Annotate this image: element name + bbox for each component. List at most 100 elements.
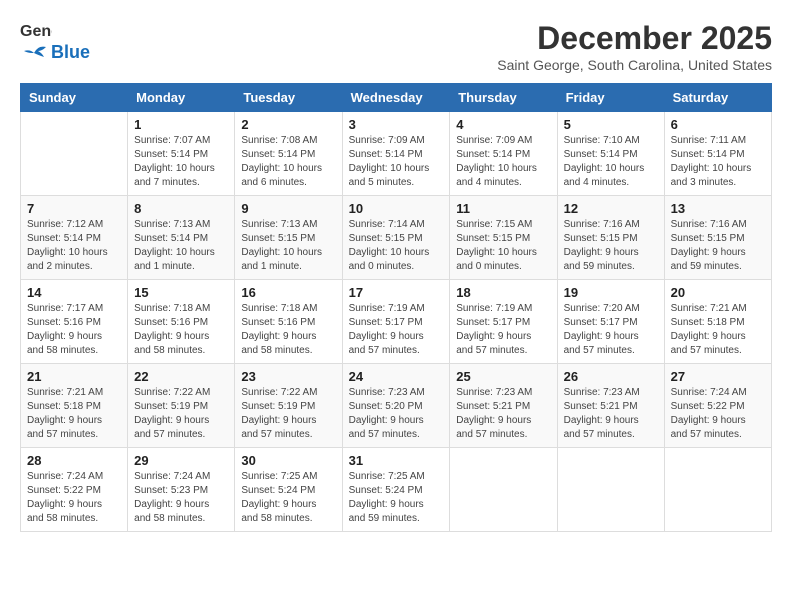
calendar-cell: 6 Sunrise: 7:11 AM Sunset: 5:14 PM Daylig…: [664, 112, 771, 196]
calendar-cell: 11 Sunrise: 7:15 AM Sunset: 5:15 PM Dayli…: [450, 196, 557, 280]
day-number: 30: [241, 453, 335, 468]
day-number: 6: [671, 117, 765, 132]
day-number: 21: [27, 369, 121, 384]
day-details: Sunrise: 7:07 AM Sunset: 5:14 PM Dayligh…: [134, 134, 228, 190]
day-details: Sunrise: 7:09 AM Sunset: 5:14 PM Dayligh…: [349, 134, 444, 190]
calendar-cell: [664, 448, 771, 532]
day-number: 31: [349, 453, 444, 468]
day-details: Sunrise: 7:21 AM Sunset: 5:18 PM Dayligh…: [671, 302, 765, 358]
day-details: Sunrise: 7:19 AM Sunset: 5:17 PM Dayligh…: [456, 302, 550, 358]
day-number: 18: [456, 285, 550, 300]
day-details: Sunrise: 7:23 AM Sunset: 5:21 PM Dayligh…: [456, 386, 550, 442]
day-details: Sunrise: 7:23 AM Sunset: 5:20 PM Dayligh…: [349, 386, 444, 442]
location-subtitle: Saint George, South Carolina, United Sta…: [497, 57, 772, 73]
day-details: Sunrise: 7:11 AM Sunset: 5:14 PM Dayligh…: [671, 134, 765, 190]
day-number: 2: [241, 117, 335, 132]
calendar-table: SundayMondayTuesdayWednesdayThursdayFrid…: [20, 83, 772, 532]
week-row-2: 7 Sunrise: 7:12 AM Sunset: 5:14 PM Daylig…: [21, 196, 772, 280]
day-number: 3: [349, 117, 444, 132]
calendar-cell: 12Sunrise: 7:16 AM Sunset: 5:15 PM Dayli…: [557, 196, 664, 280]
calendar-cell: 8 Sunrise: 7:13 AM Sunset: 5:14 PM Daylig…: [128, 196, 235, 280]
day-number: 24: [349, 369, 444, 384]
day-details: Sunrise: 7:18 AM Sunset: 5:16 PM Dayligh…: [241, 302, 335, 358]
day-number: 19: [564, 285, 658, 300]
day-details: Sunrise: 7:24 AM Sunset: 5:23 PM Dayligh…: [134, 470, 228, 526]
week-row-4: 21 Sunrise: 7:21 AM Sunset: 5:18 PM Dayli…: [21, 364, 772, 448]
calendar-cell: 22 Sunrise: 7:22 AM Sunset: 5:19 PM Dayli…: [128, 364, 235, 448]
day-details: Sunrise: 7:21 AM Sunset: 5:18 PM Dayligh…: [27, 386, 121, 442]
week-row-5: 28 Sunrise: 7:24 AM Sunset: 5:22 PM Dayli…: [21, 448, 772, 532]
day-number: 17: [349, 285, 444, 300]
day-header-friday: Friday: [557, 84, 664, 112]
calendar-cell: 16Sunrise: 7:18 AM Sunset: 5:16 PM Dayli…: [235, 280, 342, 364]
calendar-cell: 31 Sunrise: 7:25 AM Sunset: 5:24 PM Dayli…: [342, 448, 450, 532]
day-number: 29: [134, 453, 228, 468]
calendar-cell: [557, 448, 664, 532]
calendar-cell: 23 Sunrise: 7:22 AM Sunset: 5:19 PM Dayli…: [235, 364, 342, 448]
day-details: Sunrise: 7:25 AM Sunset: 5:24 PM Dayligh…: [241, 470, 335, 526]
calendar-cell: 30 Sunrise: 7:25 AM Sunset: 5:24 PM Dayli…: [235, 448, 342, 532]
calendar-cell: 27Sunrise: 7:24 AM Sunset: 5:22 PM Dayli…: [664, 364, 771, 448]
day-header-thursday: Thursday: [450, 84, 557, 112]
day-details: Sunrise: 7:12 AM Sunset: 5:14 PM Dayligh…: [27, 218, 121, 274]
page-header: General Blue December 2025 Saint George,…: [20, 20, 772, 73]
day-number: 20: [671, 285, 765, 300]
day-number: 15: [134, 285, 228, 300]
logo: General Blue: [20, 20, 90, 63]
logo-text: Blue: [51, 42, 90, 63]
day-details: Sunrise: 7:13 AM Sunset: 5:15 PM Dayligh…: [241, 218, 335, 274]
day-number: 14: [27, 285, 121, 300]
day-details: Sunrise: 7:23 AM Sunset: 5:21 PM Dayligh…: [564, 386, 658, 442]
day-header-wednesday: Wednesday: [342, 84, 450, 112]
calendar-cell: 17Sunrise: 7:19 AM Sunset: 5:17 PM Dayli…: [342, 280, 450, 364]
day-number: 9: [241, 201, 335, 216]
logo-icon: General: [20, 20, 52, 42]
calendar-cell: 1 Sunrise: 7:07 AM Sunset: 5:14 PM Daylig…: [128, 112, 235, 196]
day-details: Sunrise: 7:20 AM Sunset: 5:17 PM Dayligh…: [564, 302, 658, 358]
day-header-monday: Monday: [128, 84, 235, 112]
day-details: Sunrise: 7:18 AM Sunset: 5:16 PM Dayligh…: [134, 302, 228, 358]
calendar-cell: 19 Sunrise: 7:20 AM Sunset: 5:17 PM Dayli…: [557, 280, 664, 364]
day-number: 12: [564, 201, 658, 216]
calendar-cell: 25Sunrise: 7:23 AM Sunset: 5:21 PM Dayli…: [450, 364, 557, 448]
day-number: 7: [27, 201, 121, 216]
day-number: 11: [456, 201, 550, 216]
calendar-cell: [450, 448, 557, 532]
day-details: Sunrise: 7:24 AM Sunset: 5:22 PM Dayligh…: [27, 470, 121, 526]
week-row-3: 14 Sunrise: 7:17 AM Sunset: 5:16 PM Dayli…: [21, 280, 772, 364]
calendar-cell: [21, 112, 128, 196]
day-details: Sunrise: 7:22 AM Sunset: 5:19 PM Dayligh…: [134, 386, 228, 442]
calendar-cell: 10Sunrise: 7:14 AM Sunset: 5:15 PM Dayli…: [342, 196, 450, 280]
calendar-cell: 4Sunrise: 7:09 AM Sunset: 5:14 PM Daylig…: [450, 112, 557, 196]
day-number: 26: [564, 369, 658, 384]
day-number: 10: [349, 201, 444, 216]
calendar-cell: 28 Sunrise: 7:24 AM Sunset: 5:22 PM Dayli…: [21, 448, 128, 532]
day-number: 5: [564, 117, 658, 132]
day-number: 13: [671, 201, 765, 216]
day-header-saturday: Saturday: [664, 84, 771, 112]
day-details: Sunrise: 7:08 AM Sunset: 5:14 PM Dayligh…: [241, 134, 335, 190]
day-details: Sunrise: 7:22 AM Sunset: 5:19 PM Dayligh…: [241, 386, 335, 442]
day-details: Sunrise: 7:09 AM Sunset: 5:14 PM Dayligh…: [456, 134, 550, 190]
day-details: Sunrise: 7:25 AM Sunset: 5:24 PM Dayligh…: [349, 470, 444, 526]
calendar-cell: 9 Sunrise: 7:13 AM Sunset: 5:15 PM Daylig…: [235, 196, 342, 280]
calendar-cell: 2 Sunrise: 7:08 AM Sunset: 5:14 PM Daylig…: [235, 112, 342, 196]
calendar-cell: 29 Sunrise: 7:24 AM Sunset: 5:23 PM Dayli…: [128, 448, 235, 532]
day-number: 23: [241, 369, 335, 384]
calendar-cell: 14 Sunrise: 7:17 AM Sunset: 5:16 PM Dayli…: [21, 280, 128, 364]
week-row-1: 1 Sunrise: 7:07 AM Sunset: 5:14 PM Daylig…: [21, 112, 772, 196]
day-details: Sunrise: 7:13 AM Sunset: 5:14 PM Dayligh…: [134, 218, 228, 274]
calendar-cell: 5 Sunrise: 7:10 AM Sunset: 5:14 PM Daylig…: [557, 112, 664, 196]
calendar-cell: 20 Sunrise: 7:21 AM Sunset: 5:18 PM Dayli…: [664, 280, 771, 364]
calendar-cell: 7 Sunrise: 7:12 AM Sunset: 5:14 PM Daylig…: [21, 196, 128, 280]
day-number: 22: [134, 369, 228, 384]
day-number: 1: [134, 117, 228, 132]
month-title: December 2025: [497, 20, 772, 57]
calendar-cell: 24 Sunrise: 7:23 AM Sunset: 5:20 PM Dayli…: [342, 364, 450, 448]
day-details: Sunrise: 7:15 AM Sunset: 5:15 PM Dayligh…: [456, 218, 550, 274]
day-details: Sunrise: 7:17 AM Sunset: 5:16 PM Dayligh…: [27, 302, 121, 358]
day-number: 28: [27, 453, 121, 468]
day-number: 8: [134, 201, 228, 216]
logo-bird-icon: [20, 43, 48, 63]
day-details: Sunrise: 7:10 AM Sunset: 5:14 PM Dayligh…: [564, 134, 658, 190]
